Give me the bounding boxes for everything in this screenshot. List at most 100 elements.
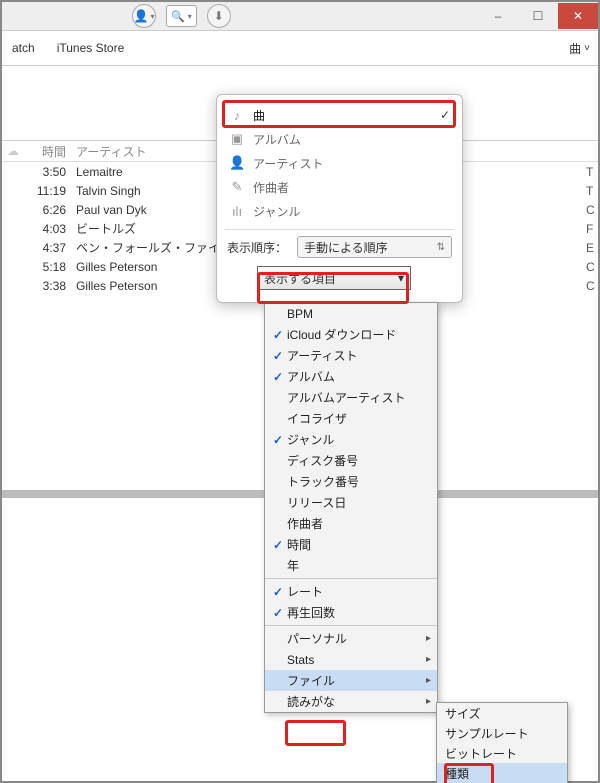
column-option-アルバム[interactable]: ✓アルバム <box>265 366 437 387</box>
view-category-曲[interactable]: ♪ 曲 ✓ <box>225 103 454 127</box>
option-label: パーソナル <box>287 630 426 647</box>
tab-match[interactable]: atch <box>10 35 37 61</box>
category-icon: ılı <box>229 204 245 219</box>
view-label: 曲 <box>569 40 581 57</box>
columns-select[interactable]: 表示する項目 ▾ <box>257 266 411 290</box>
track-extra: F <box>586 222 598 236</box>
check-icon: ✓ <box>269 370 287 384</box>
search-input[interactable]: 🔍 ▾ <box>166 5 197 27</box>
view-category-ジャンル[interactable]: ılı ジャンル <box>225 199 454 223</box>
track-time: 3:50 <box>24 165 72 179</box>
category-icon: 👤 <box>229 155 245 171</box>
submenu-item-サンプルレート[interactable]: サンプルレート <box>437 723 567 743</box>
track-time: 4:37 <box>24 241 72 255</box>
column-option-年[interactable]: 年 <box>265 555 437 576</box>
column-option-時間[interactable]: ✓時間 <box>265 534 437 555</box>
view-options-popup: ♪曲✓▣アルバム👤アーティスト✎作曲者ılıジャンル 表示順序： 手動による順序… <box>216 94 463 303</box>
highlight-box <box>285 720 346 746</box>
check-icon: ✓ <box>269 538 287 552</box>
column-option-ジャンル[interactable]: ✓ジャンル <box>265 429 437 450</box>
track-extra: T <box>586 184 598 198</box>
category-label: 曲 <box>253 107 432 124</box>
column-option-ディスク番号[interactable]: ディスク番号 <box>265 450 437 471</box>
view-selector[interactable]: 曲 ˅ <box>569 40 590 57</box>
check-icon: ✓ <box>269 606 287 620</box>
maximize-button[interactable]: ☐ <box>518 3 558 29</box>
tab-itunes-store[interactable]: iTunes Store <box>55 35 127 61</box>
check-icon: ✓ <box>269 433 287 447</box>
category-label: アーティスト <box>253 155 450 172</box>
column-option-アーティスト[interactable]: ✓アーティスト <box>265 345 437 366</box>
download-button[interactable]: ⬇ <box>207 4 231 28</box>
column-option-イコライザ[interactable]: イコライザ <box>265 408 437 429</box>
file-submenu[interactable]: サイズサンプルレートビットレート種類 <box>436 702 568 783</box>
view-category-作曲者[interactable]: ✎作曲者 <box>225 175 454 199</box>
column-option-Stats[interactable]: Stats▸ <box>265 649 437 670</box>
account-button[interactable]: 👤 ▾ <box>132 4 156 28</box>
track-extra: C <box>586 203 598 217</box>
submenu-item-種類[interactable]: 種類 <box>437 763 567 783</box>
option-label: トラック番号 <box>287 473 431 490</box>
submenu-item-ビットレート[interactable]: ビットレート <box>437 743 567 763</box>
close-button[interactable]: ✕ <box>558 3 598 29</box>
column-option-アルバムアーティスト[interactable]: アルバムアーティスト <box>265 387 437 408</box>
submenu-item-サイズ[interactable]: サイズ <box>437 703 567 723</box>
option-label: ファイル <box>287 672 426 689</box>
option-label: レート <box>287 583 431 600</box>
titlebar: 👤 ▾ 🔍 ▾ ⬇ – ☐ ✕ <box>2 2 598 31</box>
option-label: アルバムアーティスト <box>287 389 431 406</box>
category-label: アルバム <box>253 131 450 148</box>
view-category-アーティスト[interactable]: 👤 アーティスト <box>225 151 454 175</box>
option-label: iCloud ダウンロード <box>287 326 431 343</box>
option-label: 読みがな <box>287 693 426 710</box>
check-icon: ✓ <box>269 349 287 363</box>
track-time: 5:18 <box>24 260 72 274</box>
sort-order-value: 手動による順序 <box>304 239 388 256</box>
columns-menu[interactable]: BPM✓iCloud ダウンロード✓アーティスト✓アルバムアルバムアーティストイ… <box>264 302 438 713</box>
submenu-arrow-icon: ▸ <box>426 675 431 686</box>
column-option-再生回数[interactable]: ✓再生回数 <box>265 602 437 623</box>
track-extra: C <box>586 279 598 293</box>
updown-icon: ⇅ <box>437 242 445 253</box>
track-extra: C <box>586 260 598 274</box>
option-label: 作曲者 <box>287 515 431 532</box>
option-label: 再生回数 <box>287 604 431 621</box>
submenu-arrow-icon: ▸ <box>426 696 431 707</box>
column-option-リリース日[interactable]: リリース日 <box>265 492 437 513</box>
option-label: リリース日 <box>287 494 431 511</box>
track-time: 6:26 <box>24 203 72 217</box>
option-label: ディスク番号 <box>287 452 431 469</box>
option-label: BPM <box>287 307 431 321</box>
column-option-作曲者[interactable]: 作曲者 <box>265 513 437 534</box>
track-extra: T <box>586 165 598 179</box>
column-option-読みがな[interactable]: 読みがな▸ <box>265 691 437 712</box>
column-option-BPM[interactable]: BPM <box>265 303 437 324</box>
column-option-ファイル[interactable]: ファイル▸ <box>265 670 437 691</box>
column-option-iCloud ダウンロード[interactable]: ✓iCloud ダウンロード <box>265 324 437 345</box>
option-label: 年 <box>287 557 431 574</box>
option-label: Stats <box>287 653 426 667</box>
minimize-button[interactable]: – <box>478 3 518 29</box>
sort-order-select[interactable]: 手動による順序 ⇅ <box>297 236 452 258</box>
check-icon: ✓ <box>269 328 287 342</box>
check-icon: ✓ <box>440 108 450 122</box>
column-time[interactable]: 時間 <box>24 143 72 160</box>
option-label: イコライザ <box>287 410 431 427</box>
submenu-arrow-icon: ▸ <box>426 654 431 665</box>
track-time: 4:03 <box>24 222 72 236</box>
search-icon: 🔍 <box>171 10 185 23</box>
track-time: 11:19 <box>24 184 72 198</box>
column-option-トラック番号[interactable]: トラック番号 <box>265 471 437 492</box>
view-category-アルバム[interactable]: ▣ アルバム <box>225 127 454 151</box>
check-icon: ✓ <box>269 585 287 599</box>
option-label: ジャンル <box>287 431 431 448</box>
caret-down-icon: ˅ <box>584 43 590 54</box>
user-icon: 👤 <box>134 9 149 23</box>
category-label: ジャンル <box>253 203 450 220</box>
category-icon: ▣ <box>229 131 245 147</box>
category-icon: ♪ <box>229 108 245 123</box>
cloud-icon: ☁ <box>7 144 19 158</box>
column-option-レート[interactable]: ✓レート <box>265 581 437 602</box>
category-label: 作曲者 <box>253 179 450 196</box>
column-option-パーソナル[interactable]: パーソナル▸ <box>265 628 437 649</box>
